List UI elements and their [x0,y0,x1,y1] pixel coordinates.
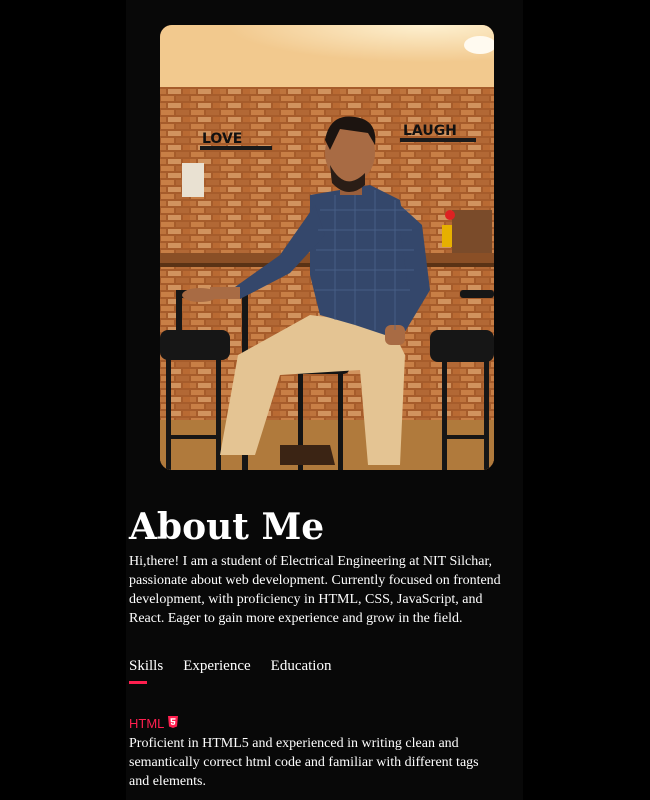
sign-love: LOVE [202,131,242,147]
skill-name: HTML [129,716,165,731]
tab-experience[interactable]: Experience [183,656,250,686]
section-tabs: Skills Experience Education [129,656,331,686]
skill-description: Proficient in HTML5 and experienced in w… [129,736,479,789]
tab-skills[interactable]: Skills [129,656,163,686]
skill-heading-html: HTML [129,716,179,732]
about-title: About Me [129,506,325,548]
about-section: LOVE LAUGH About Me Hi,there! I am a stu… [126,0,523,800]
html5-icon [168,716,179,732]
page: LOVE LAUGH About Me Hi,there! I am a stu… [0,0,650,800]
tab-education[interactable]: Education [271,656,332,686]
about-description: Hi,there! I am a student of Electrical E… [129,554,501,626]
sign-laugh: LAUGH [403,123,457,139]
profile-photo: LOVE LAUGH [160,25,494,470]
